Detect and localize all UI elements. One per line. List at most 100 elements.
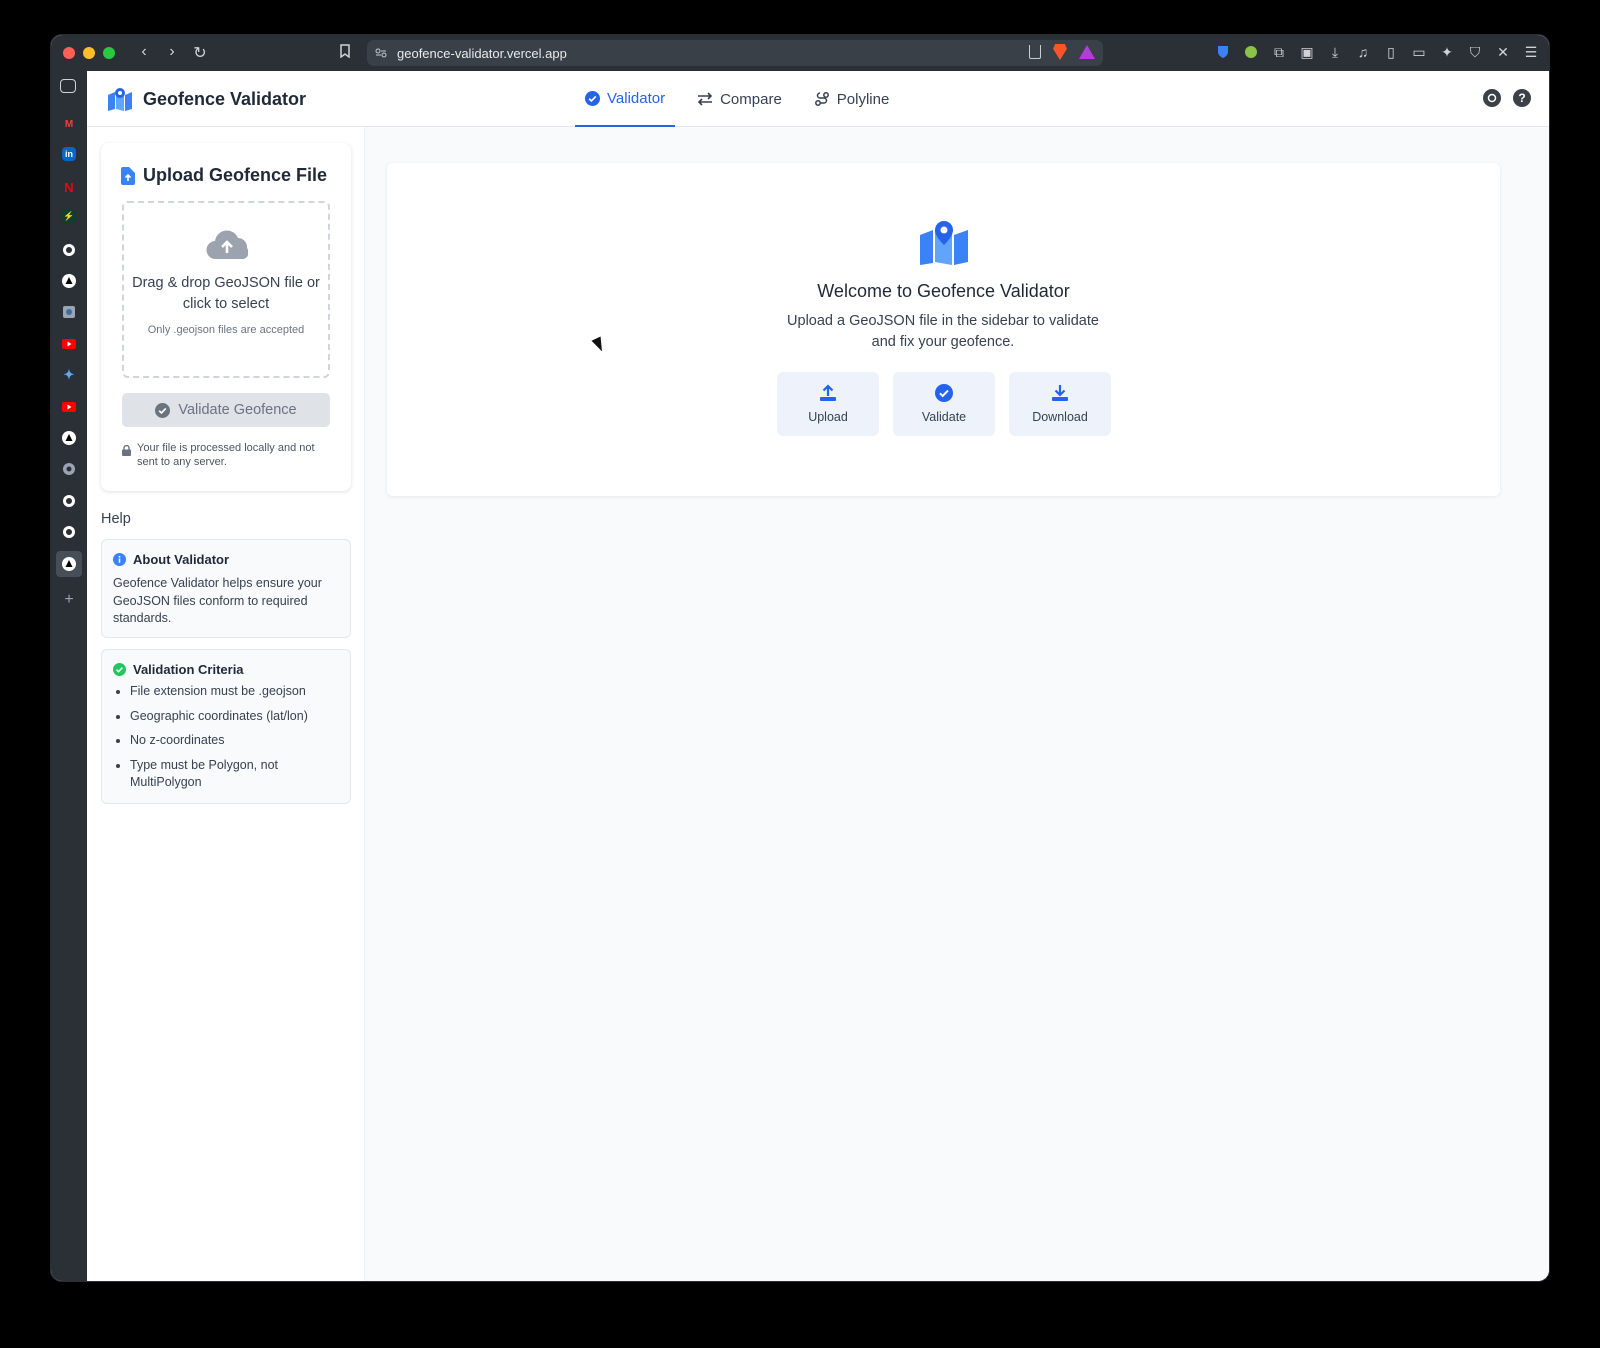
action-label: Validate — [921, 410, 967, 424]
add-panel-icon[interactable]: + — [60, 591, 78, 609]
brave-shields-icon[interactable] — [1053, 44, 1067, 60]
browser-window: ‹ › ↻ geofence-validator.vercel.app ⧉ ▣ … — [50, 34, 1550, 1282]
linkedin-icon[interactable]: in — [62, 147, 76, 161]
tab-label: Compare — [720, 90, 782, 108]
action-label: Download — [1032, 410, 1088, 424]
wallet-icon[interactable]: ▭ — [1411, 44, 1427, 60]
swap-arrows-icon — [697, 92, 713, 106]
screenshot-icon[interactable]: ▣ — [1299, 44, 1315, 60]
gmail-icon[interactable]: M — [60, 115, 78, 133]
back-icon[interactable]: ‹ — [137, 43, 151, 63]
tab-label: Polyline — [836, 90, 890, 108]
leo-ai-icon[interactable]: ✦ — [1439, 44, 1455, 60]
sidebar-toggle-icon[interactable]: ▯ — [1383, 44, 1399, 60]
file-upload-icon — [121, 166, 135, 185]
maximize-window-button[interactable] — [103, 47, 115, 59]
info-icon — [113, 553, 126, 566]
share-icon[interactable] — [1029, 45, 1041, 59]
downloads-icon[interactable]: ⤓ — [1327, 44, 1343, 60]
list-item: File extension must be .geojson — [130, 683, 340, 701]
media-icon[interactable]: ♫ — [1355, 44, 1371, 60]
site-settings-icon[interactable] — [375, 47, 387, 59]
app-sidebar: Upload Geofence File Drag & drop GeoJSON… — [87, 127, 365, 1281]
github-icon[interactable] — [1483, 89, 1501, 107]
app-triangle-icon[interactable] — [60, 272, 78, 290]
extension-icons: ⧉ ▣ ⤓ ♫ ▯ ▭ ✦ ⛉ ✕ ☰ — [1215, 44, 1539, 60]
vpn-shield-icon[interactable]: ⛉ — [1467, 44, 1483, 60]
welcome-card: Welcome to Geofence Validator Upload a G… — [387, 163, 1500, 496]
privacy-note: Your file is processed locally and not s… — [122, 441, 330, 469]
about-title: About Validator — [133, 552, 230, 567]
menu-icon[interactable]: ☰ — [1523, 44, 1539, 60]
tab-label: Validator — [607, 89, 666, 107]
action-label: Upload — [808, 410, 848, 424]
extension-leaf-icon[interactable] — [1243, 44, 1259, 60]
brave-rewards-icon[interactable] — [1079, 45, 1095, 59]
route-icon — [814, 92, 829, 106]
close-window-button[interactable] — [63, 47, 75, 59]
privacy-text: Your file is processed locally and not s… — [137, 442, 315, 468]
list-item: Type must be Polygon, not MultiPolygon — [130, 757, 340, 792]
tab-validator[interactable]: Validator — [575, 71, 676, 127]
globe-icon[interactable] — [60, 460, 78, 478]
app-header: Geofence Validator Validator Compare Pol… — [87, 71, 1549, 127]
browser-toolbar: ‹ › ↻ geofence-validator.vercel.app ⧉ ▣ … — [51, 35, 1549, 71]
welcome-title: Welcome to Geofence Validator — [817, 281, 1070, 301]
browser-sidebar: M in N ⚡ ✦ + — [51, 71, 87, 1281]
check-circle-icon — [585, 90, 600, 106]
app-square-icon[interactable] — [60, 303, 78, 321]
check-circle-icon — [935, 384, 953, 402]
window-controls — [63, 47, 115, 59]
github-icon[interactable] — [60, 241, 78, 259]
validate-label: Validate Geofence — [178, 402, 297, 418]
github-icon[interactable] — [60, 492, 78, 510]
criteria-title: Validation Criteria — [133, 662, 244, 677]
help-icon[interactable]: ? — [1513, 89, 1531, 107]
dropzone-hint: Only .geojson files are accepted — [147, 324, 305, 336]
forward-icon[interactable]: › — [165, 43, 179, 63]
validate-geofence-button[interactable]: Validate Geofence — [122, 393, 330, 427]
navigation-buttons: ‹ › ↻ — [137, 43, 207, 63]
file-dropzone[interactable]: Drag & drop GeoJSON file or click to sel… — [122, 201, 330, 378]
youtube-icon[interactable] — [60, 398, 78, 416]
address-bar[interactable]: geofence-validator.vercel.app — [367, 40, 1103, 66]
main-tabs: Validator Compare Polyline — [575, 71, 899, 127]
upload-icon — [820, 384, 836, 401]
tools-icon[interactable]: ✕ — [1495, 44, 1511, 60]
github-icon[interactable] — [60, 523, 78, 541]
minimize-window-button[interactable] — [83, 47, 95, 59]
cloud-upload-icon — [206, 230, 248, 260]
validate-action[interactable]: Validate — [893, 372, 995, 436]
app-title: Geofence Validator — [143, 88, 307, 109]
bitwarden-icon[interactable] — [1215, 44, 1231, 60]
check-circle-icon — [113, 663, 126, 676]
extensions-puzzle-icon[interactable]: ⧉ — [1271, 44, 1287, 60]
criteria-card: Validation Criteria File extension must … — [101, 649, 351, 804]
check-circle-icon — [155, 402, 171, 418]
welcome-text: Upload a GeoJSON file in the sidebar to … — [787, 313, 1099, 350]
tab-compare[interactable]: Compare — [687, 71, 792, 127]
reload-icon[interactable]: ↻ — [193, 43, 207, 63]
bookmark-icon[interactable] — [339, 44, 351, 61]
sidebar-panel-icon[interactable] — [60, 79, 76, 93]
map-marker-icon — [920, 221, 968, 265]
netflix-icon[interactable]: N — [60, 178, 78, 196]
gemini-icon[interactable]: ✦ — [60, 366, 78, 384]
url-text: geofence-validator.vercel.app — [397, 45, 567, 61]
app-triangle-icon-active[interactable] — [56, 551, 82, 577]
youtube-icon[interactable] — [60, 335, 78, 353]
about-card: About Validator Geofence Validator helps… — [101, 539, 351, 638]
download-action[interactable]: Download — [1009, 372, 1111, 436]
action-row: Upload Validate Download — [777, 372, 1111, 436]
criteria-list: File extension must be .geojson Geograph… — [130, 683, 340, 792]
app-triangle-icon[interactable] — [60, 429, 78, 447]
list-item: Geographic coordinates (lat/lon) — [130, 708, 340, 726]
upload-action[interactable]: Upload — [777, 372, 879, 436]
download-icon — [1052, 385, 1068, 401]
map-marker-icon — [108, 88, 132, 111]
list-item: No z-coordinates — [130, 732, 340, 750]
brand[interactable]: Geofence Validator — [107, 87, 306, 111]
upload-card: Upload Geofence File Drag & drop GeoJSON… — [101, 143, 351, 491]
activity-app-icon[interactable]: ⚡ — [62, 209, 76, 223]
tab-polyline[interactable]: Polyline — [804, 71, 900, 127]
